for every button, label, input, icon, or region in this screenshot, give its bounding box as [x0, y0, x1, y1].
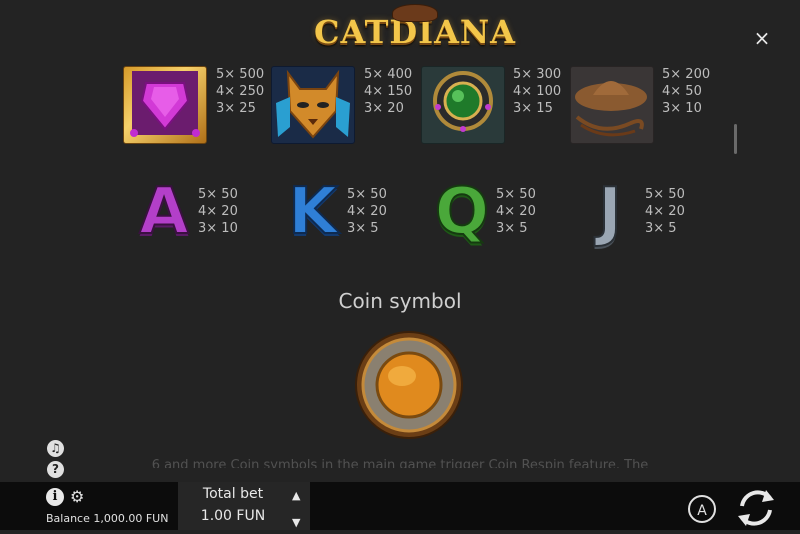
- logo-hat-icon: [392, 4, 438, 22]
- pay-3: 3× 10: [198, 221, 238, 236]
- pink-gem-pays: 5× 500 4× 250 3× 25: [216, 66, 264, 117]
- pay-4: 4× 20: [198, 204, 238, 219]
- total-bet-label: Total bet: [202, 486, 264, 502]
- letter-j-symbol: J: [597, 175, 623, 249]
- spin-icon: [738, 490, 774, 526]
- gear-icon[interactable]: ⚙: [70, 487, 84, 506]
- letter-q-symbol: Q: [434, 175, 490, 249]
- pay-5: 5× 400: [364, 67, 413, 82]
- pay-4: 4× 20: [347, 204, 387, 219]
- pay-4: 4× 50: [662, 84, 702, 99]
- cat-mask-icon: [276, 69, 350, 139]
- game-logo: CATDIANA: [314, 4, 515, 60]
- coin-description: 6 and more Coin symbols in the main game…: [151, 458, 649, 468]
- pay-5: 5× 50: [496, 187, 536, 202]
- scrollbar-thumb[interactable]: [734, 124, 737, 154]
- bet-decrease-icon[interactable]: ▼: [292, 516, 300, 529]
- close-icon[interactable]: ×: [752, 28, 772, 48]
- letter-k-pays: 5× 50 4× 20 3× 5: [347, 186, 387, 237]
- pink-gem-icon: [130, 71, 200, 137]
- letter-j-pays: 5× 50 4× 20 3× 5: [645, 186, 685, 237]
- pink-gem-symbol: [123, 66, 207, 144]
- info-icon[interactable]: i: [46, 488, 64, 506]
- letter-q-pays: 5× 50 4× 20 3× 5: [496, 186, 536, 237]
- pay-5: 5× 200: [662, 67, 711, 82]
- letter-a-symbol: A: [138, 175, 190, 249]
- pay-3: 3× 25: [216, 101, 256, 116]
- pay-4: 4× 100: [513, 84, 562, 99]
- pay-5: 5× 50: [198, 187, 238, 202]
- pay-5: 5× 50: [347, 187, 387, 202]
- letter-a-pays: 5× 50 4× 20 3× 10: [198, 186, 238, 237]
- coin-symbol-icon: [354, 330, 464, 440]
- cat-mask-pays: 5× 400 4× 150 3× 20: [364, 66, 412, 117]
- pay-3: 3× 15: [513, 101, 553, 116]
- pay-5: 5× 500: [216, 67, 265, 82]
- pay-3: 3× 5: [496, 221, 528, 236]
- letter-k-symbol: K: [287, 175, 339, 249]
- total-bet-panel: Total bet 1.00 FUN: [178, 482, 310, 530]
- total-bet-value: 1.00 FUN: [200, 508, 266, 524]
- emerald-amulet-icon: [433, 71, 493, 132]
- sound-icon[interactable]: ♫: [47, 440, 64, 457]
- emerald-amulet-pays: 5× 300 4× 100 3× 15: [513, 66, 561, 117]
- pay-5: 5× 50: [645, 187, 685, 202]
- coin-symbol-title: Coin symbol: [338, 289, 462, 313]
- pay-4: 4× 20: [645, 204, 685, 219]
- pay-3: 3× 10: [662, 101, 702, 116]
- hat-whip-pays: 5× 200 4× 50 3× 10: [662, 66, 710, 117]
- hat-whip-symbol: [570, 66, 654, 144]
- balance-label: Balance 1,000.00 FUN: [46, 512, 169, 525]
- bet-increase-icon[interactable]: ▲: [292, 489, 300, 502]
- pay-5: 5× 300: [513, 67, 562, 82]
- pay-4: 4× 150: [364, 84, 413, 99]
- spin-button[interactable]: [732, 486, 780, 530]
- pay-3: 3× 5: [645, 221, 677, 236]
- emerald-amulet-symbol: [421, 66, 505, 144]
- pay-3: 3× 20: [364, 101, 404, 116]
- cat-mask-symbol: [271, 66, 355, 144]
- pay-3: 3× 5: [347, 221, 379, 236]
- hat-whip-icon: [575, 81, 647, 137]
- pay-4: 4× 250: [216, 84, 265, 99]
- help-icon[interactable]: ?: [47, 461, 64, 478]
- autoplay-button[interactable]: A: [688, 495, 716, 523]
- pay-4: 4× 20: [496, 204, 536, 219]
